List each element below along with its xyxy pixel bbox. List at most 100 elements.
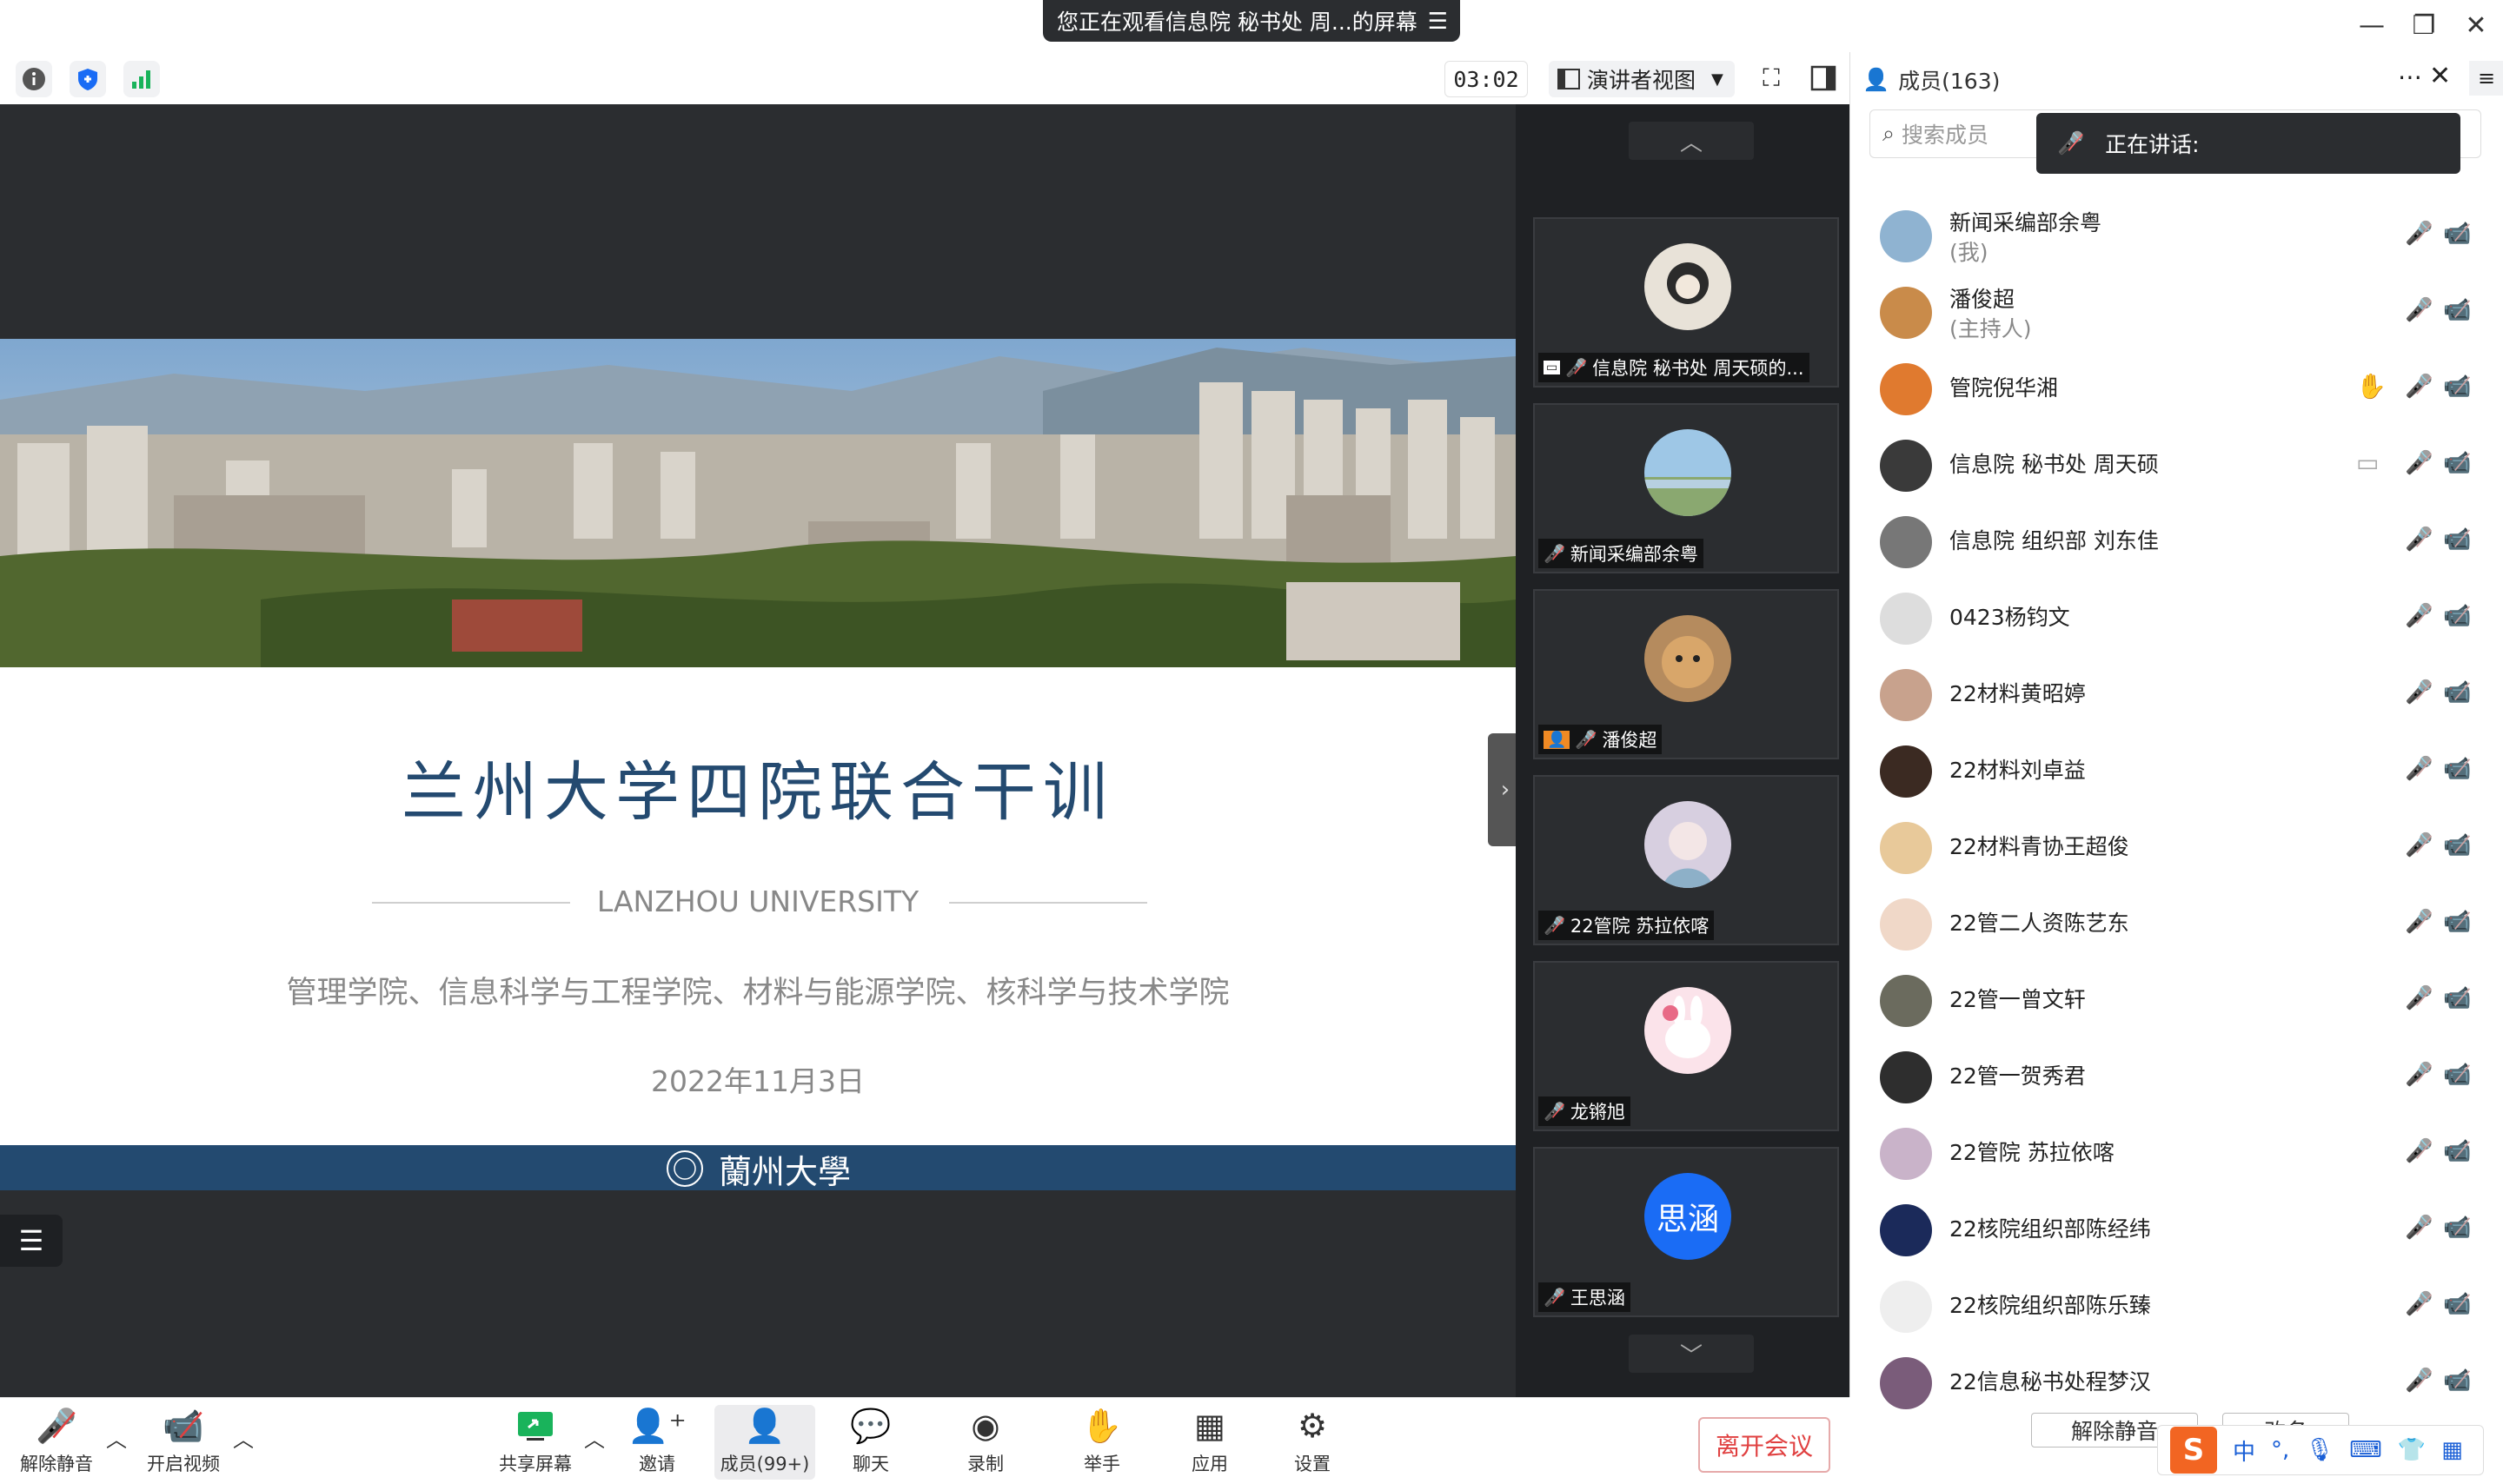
avatar (1644, 243, 1731, 330)
mic-muted-icon[interactable]: 🎤̸ (2405, 221, 2433, 247)
video-off-icon[interactable]: 📹̸ (2443, 603, 2471, 629)
mic-muted-icon[interactable]: 🎤̸ (2405, 832, 2433, 858)
video-tile[interactable]: 🎤̸ 22管院 苏拉依喀 (1533, 775, 1839, 945)
mic-muted-icon[interactable]: 🎤̸ (2405, 450, 2433, 476)
raise-hand-button[interactable]: ✋ 举手 (1067, 1405, 1137, 1480)
video-off-icon[interactable]: 📹̸ (2443, 527, 2471, 553)
avatar-initials: 思涵 (1656, 1202, 1719, 1237)
member-row[interactable]: 22材料黄昭婷 🎤̸ 📹̸ (1880, 659, 2480, 728)
avatar (1880, 210, 1932, 262)
chat-button[interactable]: 💬 聊天 (836, 1405, 906, 1480)
ime-mic-icon[interactable]: 🎙 (2305, 1437, 2334, 1463)
video-off-icon[interactable]: 📹̸ (2443, 1062, 2471, 1088)
mic-muted-icon[interactable]: 🎤̸ (2405, 756, 2433, 782)
video-off-icon[interactable]: 📹̸ (2443, 756, 2471, 782)
video-off-icon[interactable]: 📹̸ (2443, 1368, 2471, 1394)
video-off-icon[interactable]: 📹̸ (2443, 679, 2471, 706)
video-off-icon[interactable]: 📹̸ (2443, 450, 2471, 476)
start-video-button[interactable]: 📹̸ 开启视频 (144, 1405, 222, 1480)
record-button[interactable]: ◉ 录制 (951, 1405, 1020, 1480)
more-options-icon[interactable]: ⋯ (2398, 63, 2422, 91)
video-tile[interactable]: 🎤̸ 龙锵旭 (1533, 961, 1839, 1131)
mic-muted-icon[interactable]: 🎤̸ (2405, 1062, 2433, 1088)
restore-button[interactable]: ❐ (2402, 5, 2446, 45)
video-off-icon[interactable]: 📹̸ (2443, 297, 2471, 323)
member-row[interactable]: 22核院组织部陈经纬 🎤̸ 📹̸ (1880, 1194, 2480, 1263)
member-row[interactable]: 潘俊超 (主持人) 🎤̸ 📹̸ (1880, 276, 2480, 346)
member-row[interactable]: 管院倪华湘 ✋ 🎤̸ 📹̸ (1880, 353, 2480, 422)
member-row[interactable]: 0423杨钧文 🎤̸ 📹̸ (1880, 582, 2480, 652)
close-window-button[interactable]: ✕ (2454, 5, 2498, 45)
mic-muted-icon[interactable]: 🎤̸ (2405, 527, 2433, 553)
invite-button[interactable]: 👤⁺ 邀请 (622, 1405, 692, 1480)
signal-strength-icon[interactable] (123, 61, 160, 97)
mic-muted-icon[interactable]: 🎤̸ (2405, 985, 2433, 1011)
mic-muted-icon[interactable]: 🎤̸ (2405, 1215, 2433, 1241)
mic-muted-icon: 🎤̸ (2057, 130, 2085, 156)
member-row[interactable]: 22材料刘卓益 🎤̸ 📹̸ (1880, 735, 2480, 805)
share-options-chevron-icon[interactable]: ︿ (584, 1422, 605, 1453)
leave-meeting-button[interactable]: 离开会议 (1698, 1417, 1830, 1473)
banner-menu-icon[interactable]: ☰ (1428, 9, 1448, 35)
member-row[interactable]: 22材料青协王超俊 🎤̸ 📹̸ (1880, 812, 2480, 881)
video-tile[interactable]: 思涵 🎤̸ 王思涵 (1533, 1147, 1839, 1317)
ime-punctuation[interactable]: °, (2271, 1437, 2289, 1463)
ime-skin-icon[interactable]: 👕 (2398, 1437, 2426, 1463)
video-off-icon[interactable]: 📹̸ (2443, 909, 2471, 935)
video-off-icon[interactable]: 📹̸ (2443, 832, 2471, 858)
members-button[interactable]: 👤 成员(99+) (714, 1405, 815, 1480)
chevron-down-icon: ▼ (1711, 70, 1723, 89)
video-off-icon[interactable]: 📹̸ (2443, 374, 2471, 400)
settings-button[interactable]: ⚙ 设置 (1278, 1405, 1347, 1480)
mic-muted-icon[interactable]: 🎤̸ (2405, 297, 2433, 323)
panel-menu-icon[interactable]: ≡ (2469, 61, 2503, 96)
mic-muted-icon[interactable]: 🎤̸ (2405, 1291, 2433, 1317)
slide-list-icon[interactable]: ☰ (0, 1215, 63, 1267)
security-shield-icon[interactable] (70, 61, 106, 97)
mic-muted-icon[interactable]: 🎤̸ (2405, 374, 2433, 400)
mic-muted-icon[interactable]: 🎤̸ (2405, 1138, 2433, 1164)
ime-language[interactable]: 中 (2233, 1434, 2255, 1467)
share-banner[interactable]: 您正在观看信息院 秘书处 周...的屏幕 ☰ (1043, 0, 1460, 42)
share-screen-button[interactable]: 共享屏幕 (494, 1405, 577, 1480)
apps-button[interactable]: ▦ 应用 (1175, 1405, 1245, 1480)
scroll-down-icon[interactable]: ﹀ (1629, 1335, 1754, 1373)
view-mode-dropdown[interactable]: 演讲者视图 ▼ (1549, 61, 1735, 97)
video-off-icon[interactable]: 📹̸ (2443, 1291, 2471, 1317)
member-row[interactable]: 22信息秘书处程梦汉 🎤̸ 📹̸ (1880, 1347, 2480, 1416)
member-row[interactable]: 22核院组织部陈乐臻 🎤̸ 📹̸ (1880, 1270, 2480, 1340)
mic-muted-icon[interactable]: 🎤̸ (2405, 909, 2433, 935)
member-row[interactable]: 22管一曾文轩 🎤̸ 📹̸ (1880, 964, 2480, 1034)
member-row[interactable]: 信息院 组织部 刘东佳 🎤̸ 📹̸ (1880, 506, 2480, 575)
video-options-chevron-icon[interactable]: ︿ (233, 1422, 254, 1453)
members-count-title: 成员(163) (1898, 69, 2001, 94)
video-off-icon[interactable]: 📹̸ (2443, 1138, 2471, 1164)
member-row[interactable]: 22管二人资陈艺东 🎤̸ 📹̸ (1880, 888, 2480, 957)
fullscreen-icon[interactable]: ⛶ (1754, 61, 1789, 96)
sidebar-layout-icon[interactable] (1806, 61, 1841, 96)
ime-keyboard-icon[interactable]: ⌨ (2349, 1437, 2382, 1463)
video-tile[interactable]: ▭ 🎤̸ 信息院 秘书处 周天硕的... (1533, 217, 1839, 388)
member-row[interactable]: 新闻采编部余粤 (我) 🎤̸ 📹̸ (1880, 200, 2480, 269)
scroll-up-icon[interactable]: ︿ (1629, 122, 1754, 160)
unmute-label: 解除静音 (20, 1454, 93, 1474)
member-row[interactable]: 22管院 苏拉依喀 🎤̸ 📹̸ (1880, 1117, 2480, 1187)
audio-options-chevron-icon[interactable]: ︿ (106, 1422, 127, 1453)
unmute-button[interactable]: 🎤̸ 解除静音 (17, 1405, 96, 1480)
slide-date: 2022年11月3日 (651, 1064, 865, 1098)
close-panel-icon[interactable]: ✕ (2429, 61, 2451, 91)
mic-muted-icon[interactable]: 🎤̸ (2405, 679, 2433, 706)
video-tile[interactable]: 👤 🎤̸ 潘俊超 (1533, 589, 1839, 759)
mic-muted-icon[interactable]: 🎤̸ (2405, 603, 2433, 629)
mic-muted-icon[interactable]: 🎤̸ (2405, 1368, 2433, 1394)
video-off-icon[interactable]: 📹̸ (2443, 1215, 2471, 1241)
video-off-icon[interactable]: 📹̸ (2443, 221, 2471, 247)
ime-apps-icon[interactable]: ▦ (2441, 1437, 2463, 1463)
video-tile[interactable]: 🎤̸ 新闻采编部余粤 (1533, 403, 1839, 573)
video-off-icon[interactable]: 📹̸ (2443, 985, 2471, 1011)
member-row[interactable]: 22管一贺秀君 🎤̸ 📹̸ (1880, 1041, 2480, 1110)
info-icon[interactable] (16, 61, 52, 97)
member-row[interactable]: 信息院 秘书处 周天硕 ▭ 🎤̸ 📹̸ (1880, 429, 2480, 499)
minimize-button[interactable]: — (2350, 5, 2393, 45)
ime-toolbar[interactable]: S 中 °, 🎙 ⌨ 👕 ▦ (2157, 1425, 2484, 1475)
